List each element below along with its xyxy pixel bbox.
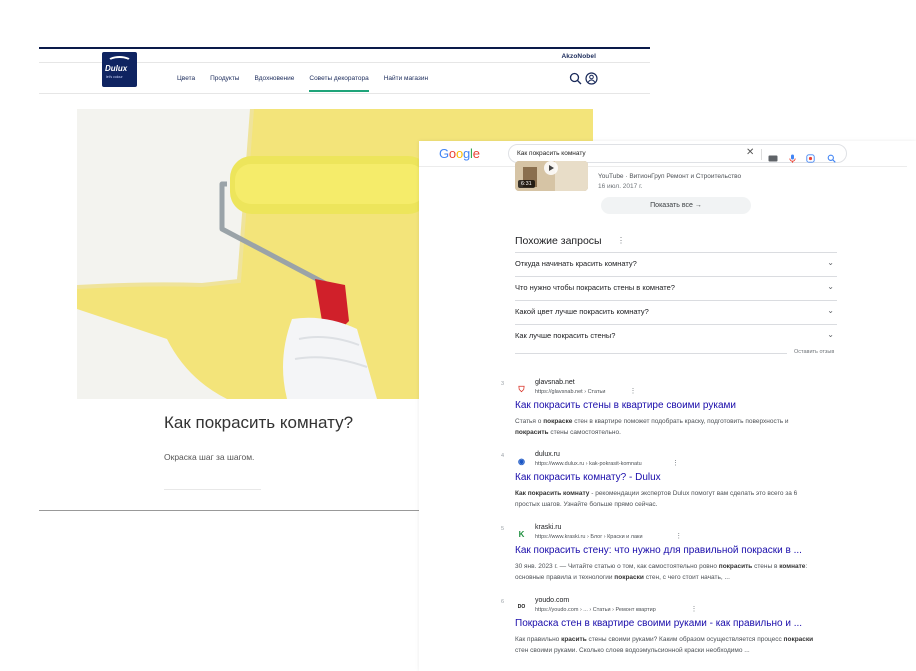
video-duration: 6:31 (518, 180, 535, 188)
show-all-label: Показать все (650, 202, 693, 209)
divider (761, 149, 762, 160)
header-divider (39, 93, 650, 94)
video-date: 16 июл. 2017 г. (598, 183, 643, 190)
result-site-name[interactable]: kraski.ru (535, 524, 561, 531)
search-result: 6 DO youdo.com https://youdo.com › ... › Ст… (501, 597, 813, 663)
show-all-button[interactable]: Показать все → (601, 197, 751, 214)
related-question[interactable]: Откуда начинать красить комнату? ⌄ (515, 253, 837, 277)
divider (419, 166, 907, 167)
search-result: 4 ◉ dulux.ru https://www.dulux.ru › kak-pok… (501, 451, 811, 517)
nav-inspiration[interactable]: Вдохновение (254, 75, 294, 92)
chevron-down-icon: ⌄ (827, 330, 834, 339)
more-options-icon[interactable]: ⋮ (675, 532, 682, 540)
result-title-link[interactable]: Как покрасить стену: что нужно для прави… (515, 545, 802, 556)
related-searches-title: Похожие запросы (515, 235, 602, 247)
google-logo[interactable]: Google (439, 146, 480, 161)
site-favicon-icon[interactable]: ◉ (515, 455, 528, 468)
dulux-logo[interactable]: Dulux let's colour (102, 52, 137, 87)
result-title-link[interactable]: Покраска стен в квартире своими руками -… (515, 618, 802, 629)
divider (515, 353, 787, 354)
screenshot-stage: AkzoNobel Dulux let's colour Цвета Проду… (0, 0, 916, 671)
search-icon[interactable] (827, 150, 836, 163)
more-options-icon[interactable]: ⋮ (617, 236, 625, 245)
more-options-icon[interactable]: ⋮ (672, 459, 679, 467)
related-question-text: Что нужно чтобы покрасить стены в комнат… (515, 283, 675, 292)
user-icon[interactable] (585, 72, 598, 85)
video-thumbnail[interactable]: 6:31 (515, 161, 588, 191)
search-result: 3 ⛉ glavsnab.net https://glavsnab.net › Ста… (501, 379, 811, 445)
result-number: 6 (501, 599, 505, 605)
result-number: 3 (501, 381, 505, 387)
nav-decorator-tips[interactable]: Советы декоратора (309, 75, 370, 92)
logo-tagline: let's colour (106, 75, 123, 79)
article-title: Как покрасить комнату? (164, 413, 354, 432)
divider (164, 489, 261, 490)
search-result: 5 Kkraski.ru https://www.kraski.ru › Блог … (501, 524, 811, 590)
result-snippet: Статья о покраске стен в квартире поможе… (515, 418, 789, 436)
related-question-text: Какой цвет лучше покрасить комнату? (515, 307, 649, 316)
nav-products[interactable]: Продукты (210, 75, 239, 92)
microphone-icon[interactable] (788, 150, 797, 163)
google-serp: Google Как покрасить комнату ✕ 6:31 YouT… (419, 141, 916, 671)
top-border (39, 47, 650, 49)
chevron-down-icon: ⌄ (827, 306, 834, 315)
related-question[interactable]: Что нужно чтобы покрасить стены в комнат… (515, 277, 837, 301)
more-options-icon[interactable]: ⋮ (629, 387, 636, 395)
result-number: 5 (501, 526, 505, 532)
site-favicon-icon[interactable]: K (515, 528, 528, 541)
result-snippet: Как покрасить комнату - рекомендации экс… (515, 490, 798, 508)
nav-colors[interactable]: Цвета (177, 75, 195, 92)
main-nav: Цвета Продукты Вдохновение Советы декора… (177, 75, 428, 92)
nav-find-store[interactable]: Найти магазин (384, 75, 428, 92)
site-favicon-icon[interactable]: DO (515, 601, 528, 614)
result-snippet: 30 янв. 2023 г. — Читайте статью о том, … (515, 563, 808, 581)
arrow-right-icon: → (694, 202, 702, 209)
search-input[interactable]: Как покрасить комнату (517, 150, 586, 157)
related-question-text: Как лучше покрасить стены? (515, 331, 616, 340)
result-snippet: Как правильно красить стены своими рукам… (515, 636, 814, 654)
result-site-name[interactable]: youdo.com (535, 597, 569, 604)
search-icon[interactable] (569, 72, 582, 85)
lens-icon[interactable] (806, 150, 815, 163)
article-subtitle: Окраска шаг за шагом. (164, 452, 255, 462)
result-site-name[interactable]: dulux.ru (535, 451, 560, 458)
header-icons (569, 72, 598, 85)
result-url[interactable]: https://www.dulux.ru › kak-pokrasit-komn… (535, 461, 642, 467)
divider (39, 510, 419, 511)
result-number: 4 (501, 453, 505, 459)
feedback-link[interactable]: Оставить отзыв (794, 349, 834, 355)
result-site-name[interactable]: glavsnab.net (535, 379, 575, 386)
keyboard-icon[interactable] (768, 150, 778, 162)
related-question[interactable]: Какой цвет лучше покрасить комнату? ⌄ (515, 301, 837, 325)
result-url[interactable]: https://youdo.com › ... › Статьи › Ремон… (535, 607, 656, 613)
logo-wordmark: Dulux (105, 64, 128, 73)
video-source: YouTube · ВитионГруп Ремонт и Строительс… (598, 173, 742, 180)
result-url[interactable]: https://www.kraski.ru › Блог › Краски и … (535, 534, 643, 540)
chevron-down-icon: ⌄ (827, 258, 834, 267)
related-question-text: Откуда начинать красить комнату? (515, 259, 637, 268)
result-url[interactable]: https://glavsnab.net › Статьи (535, 389, 605, 395)
chevron-down-icon: ⌄ (827, 282, 834, 291)
result-title-link[interactable]: Как покрасить стены в квартире своими ру… (515, 400, 736, 411)
akzonobel-link[interactable]: AkzoNobel (562, 53, 597, 60)
result-title-link[interactable]: Как покрасить комнату? - Dulux (515, 472, 661, 483)
site-favicon-icon[interactable]: ⛉ (515, 383, 528, 396)
clear-icon[interactable]: ✕ (746, 147, 754, 158)
related-question[interactable]: Как лучше покрасить стены? ⌄ (515, 325, 837, 349)
more-options-icon[interactable]: ⋮ (690, 605, 697, 613)
